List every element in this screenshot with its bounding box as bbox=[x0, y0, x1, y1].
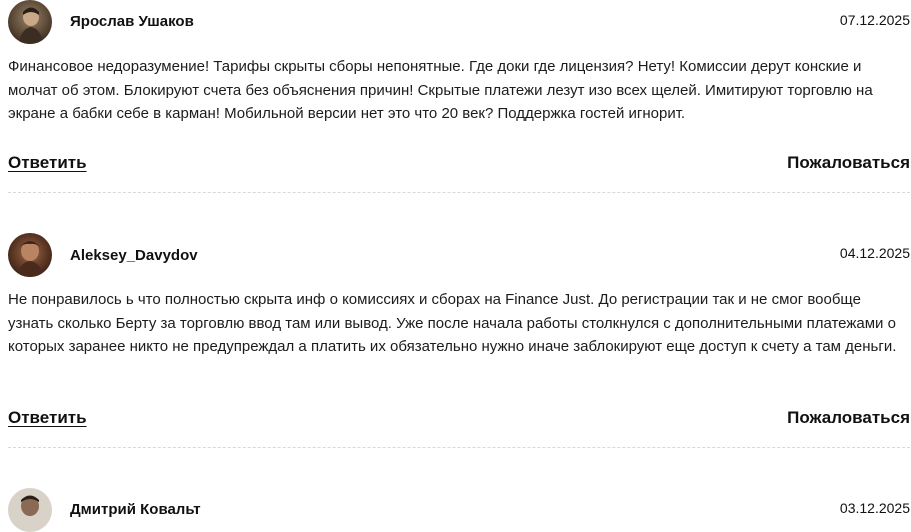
divider bbox=[8, 192, 910, 193]
review-date: 04.12.2025 bbox=[839, 245, 910, 261]
reply-link[interactable]: Ответить bbox=[8, 153, 87, 173]
avatar bbox=[8, 488, 52, 532]
review-date: 03.12.2025 bbox=[839, 500, 910, 516]
report-link[interactable]: Пожаловаться bbox=[787, 408, 910, 428]
divider bbox=[8, 447, 910, 448]
avatar bbox=[8, 233, 52, 277]
review-text: Не понравилось ь что полностью скрыта ин… bbox=[8, 291, 897, 355]
review-text: Финансовое недоразумение! Тарифы скрыты … bbox=[8, 58, 873, 122]
review-date: 07.12.2025 bbox=[839, 12, 910, 28]
report-link[interactable]: Пожаловаться bbox=[787, 153, 910, 173]
avatar bbox=[8, 0, 52, 44]
author-name: Дмитрий Ковальт bbox=[70, 501, 201, 518]
author-name: Aleksey_Davydov bbox=[70, 247, 198, 264]
reply-link[interactable]: Ответить bbox=[8, 408, 87, 428]
author-name: Ярослав Ушаков bbox=[70, 13, 194, 30]
